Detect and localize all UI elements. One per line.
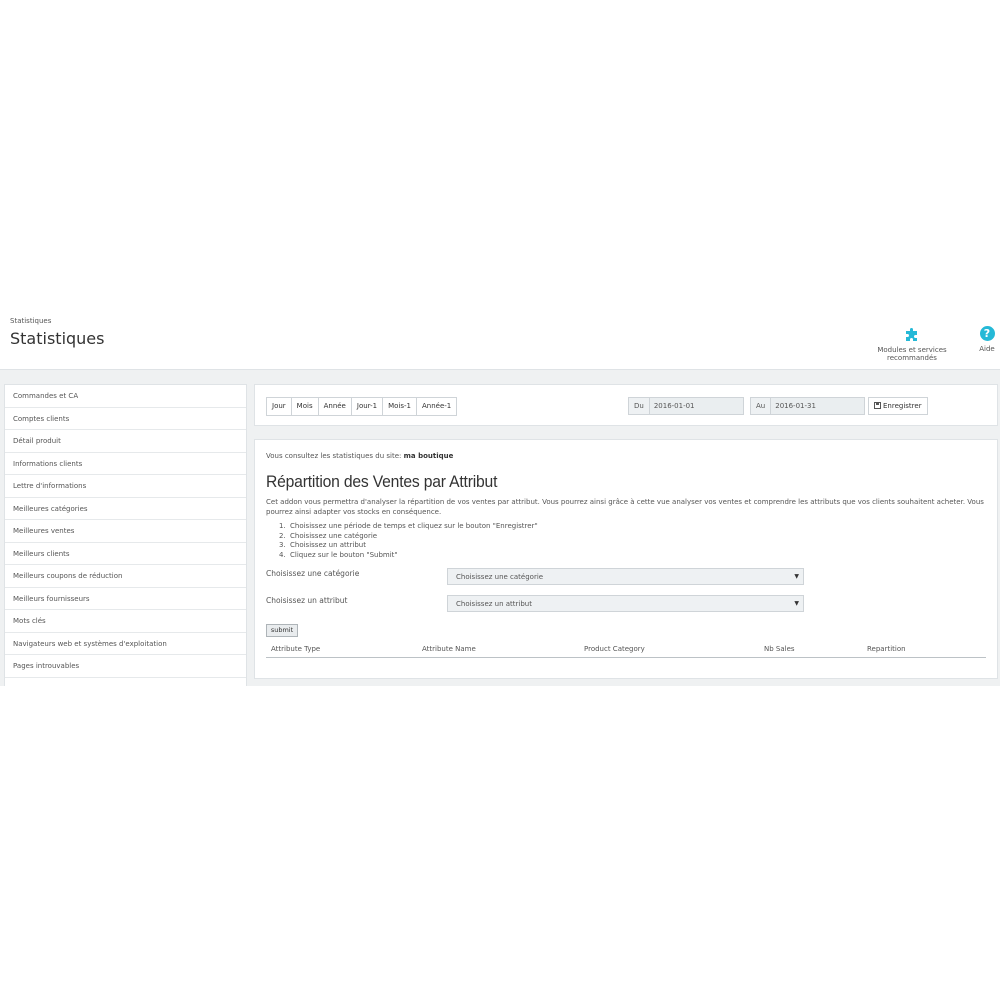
category-label: Choisissez une catégorie [266, 569, 360, 578]
sidebar-item-meilleurs-fournisseurs[interactable]: Meilleurs fournisseurs [5, 588, 246, 610]
column-header-attribute-name[interactable]: Attribute Name [422, 645, 476, 653]
module-title: Répartition des Ventes par Attribut [266, 473, 498, 491]
step-text: Choisissez une période de temps et cliqu… [290, 522, 538, 530]
modules-label: Modules et services recommandés [877, 346, 947, 362]
page-title: Statistiques [10, 329, 105, 348]
caret-down-icon: ▼ [794, 600, 799, 607]
sidebar-item-meilleures-ventes[interactable]: Meilleures ventes [5, 520, 246, 543]
date-from-input[interactable]: 2016-01-01 [649, 398, 743, 414]
site-name: ma boutique [403, 452, 454, 460]
sidebar-item-mots-cles[interactable]: Mots clés [5, 610, 246, 633]
page-header: Statistiques Statistiques Modules et ser… [0, 308, 1000, 370]
date-from-field: Du 2016-01-01 [628, 397, 744, 415]
sidebar-item-detail-produit[interactable]: Détail produit [5, 430, 246, 453]
column-header-repartition[interactable]: Repartition [867, 645, 906, 653]
period-button-mois[interactable]: Mois [292, 398, 319, 415]
site-info-prefix: Vous consultez les statistiques du site: [266, 452, 402, 460]
date-filter-panel: Jour Mois Année Jour-1 Mois-1 Année-1 Du… [254, 384, 998, 426]
list-item: 3. Choisissez un attribut [279, 541, 538, 551]
list-item: 2. Choisissez une catégorie [279, 532, 538, 542]
breadcrumb[interactable]: Statistiques [10, 317, 51, 325]
stats-sidebar: Commandes et CA Comptes clients Détail p… [4, 384, 247, 686]
attribute-label: Choisissez un attribut [266, 596, 348, 605]
sidebar-item-meilleurs-clients[interactable]: Meilleurs clients [5, 543, 246, 565]
date-to-field: Au 2016-01-31 [750, 397, 865, 415]
statistics-page: Statistiques Statistiques Modules et ser… [0, 308, 1000, 686]
step-number: 1. [279, 522, 286, 530]
save-button[interactable]: Enregistrer [868, 397, 928, 415]
help-icon: ? [979, 326, 995, 341]
sidebar-item-comptes-clients[interactable]: Comptes clients [5, 408, 246, 430]
step-text: Choisissez une catégorie [290, 531, 378, 540]
step-number: 4. [279, 550, 286, 559]
period-button-annee[interactable]: Année [319, 398, 352, 415]
period-button-mois-1[interactable]: Mois-1 [383, 398, 417, 415]
period-button-jour[interactable]: Jour [267, 398, 292, 415]
module-panel: Vous consultez les statistiques du site:… [254, 439, 998, 679]
sidebar-item-commandes[interactable]: Commandes et CA [5, 385, 246, 408]
step-number: 2. [279, 531, 286, 540]
module-description: Cet addon vous permettra d'analyser la r… [266, 498, 984, 516]
help-label: Aide [979, 345, 995, 353]
caret-down-icon: ▼ [794, 573, 799, 580]
sidebar-item-informations-clients[interactable]: Informations clients [5, 453, 246, 475]
column-header-product-category[interactable]: Product Category [584, 645, 645, 653]
puzzle-icon [906, 328, 917, 341]
category-select[interactable]: Choisissez une catégorie ▼ [447, 568, 804, 585]
category-select-value: Choisissez une catégorie [456, 573, 544, 581]
list-item: 4. Cliquez sur le bouton "Submit" [279, 551, 538, 561]
sidebar-item-more[interactable] [5, 678, 246, 687]
date-from-label: Du [629, 398, 650, 414]
column-header-attribute-type[interactable]: Attribute Type [271, 645, 320, 653]
date-to-input[interactable]: 2016-01-31 [771, 398, 864, 414]
column-header-nb-sales[interactable]: Nb Sales [764, 645, 795, 653]
step-text: Cliquez sur le bouton "Submit" [290, 550, 398, 559]
period-button-jour-1[interactable]: Jour-1 [352, 398, 384, 415]
sidebar-item-lettre-informations[interactable]: Lettre d'informations [5, 475, 246, 498]
help-button[interactable]: ? Aide [974, 326, 1000, 353]
floppy-icon [874, 402, 881, 409]
save-label: Enregistrer [883, 402, 922, 410]
submit-button[interactable]: submit [266, 624, 298, 637]
step-text: Choisissez un attribut [290, 541, 366, 549]
step-number: 3. [279, 541, 286, 549]
sidebar-item-pages-introuvables[interactable]: Pages introuvables [5, 655, 246, 678]
modules-button[interactable]: Modules et services recommandés [852, 326, 972, 362]
attribute-select-value: Choisissez un attribut [456, 600, 532, 608]
list-item: 1. Choisissez une période de temps et cli… [279, 522, 538, 532]
site-info: Vous consultez les statistiques du site:… [266, 452, 453, 460]
sidebar-item-meilleurs-coupons[interactable]: Meilleurs coupons de réduction [5, 565, 246, 588]
period-button-annee-1[interactable]: Année-1 [417, 398, 456, 415]
sidebar-item-navigateurs[interactable]: Navigateurs web et systèmes d'exploitati… [5, 633, 246, 655]
instructions-list: 1. Choisissez une période de temps et cli… [279, 522, 538, 560]
sidebar-item-meilleures-categories[interactable]: Meilleures catégories [5, 498, 246, 520]
date-to-label: Au [751, 398, 772, 414]
results-table-header: Attribute Type Attribute Name Product Ca… [266, 641, 986, 658]
period-button-group: Jour Mois Année Jour-1 Mois-1 Année-1 [266, 397, 458, 416]
attribute-select[interactable]: Choisissez un attribut ▼ [447, 595, 804, 612]
